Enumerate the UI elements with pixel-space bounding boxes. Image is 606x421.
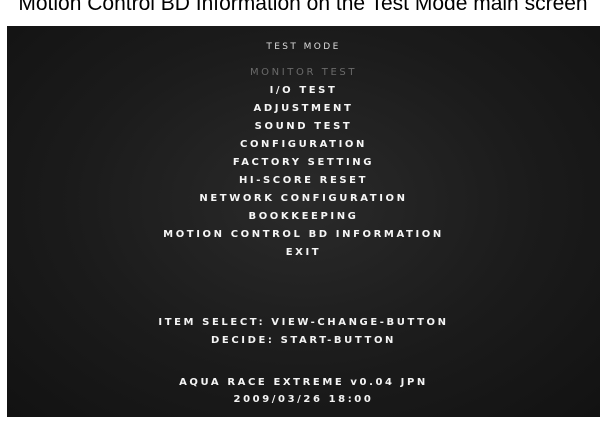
menu-item-hi-score-reset[interactable]: HI-SCORE RESET — [7, 174, 600, 188]
menu-item-exit[interactable]: EXIT — [7, 246, 600, 260]
version-label: AQUA RACE EXTREME v0.04 JPN — [179, 377, 428, 388]
test-mode-screen: TEST MODE MONITOR TEST I/O TEST ADJUSTME… — [7, 26, 600, 417]
menu-item-motion-control-bd-information[interactable]: MOTION CONTROL BD INFORMATION — [7, 228, 600, 242]
menu-item-configuration[interactable]: CONFIGURATION — [7, 138, 600, 152]
menu-item-bookkeeping[interactable]: BOOKKEEPING — [7, 210, 600, 224]
menu-item-adjustment[interactable]: ADJUSTMENT — [7, 102, 600, 116]
menu-item-network-configuration[interactable]: NETWORK CONFIGURATION — [7, 192, 600, 206]
datetime-label: 2009/03/26 18:00 — [233, 394, 374, 405]
menu-item-factory-setting[interactable]: FACTORY SETTING — [7, 156, 600, 170]
instruction-decide: DECIDE: START-BUTTON — [210, 335, 397, 346]
menu-item-monitor-test[interactable]: MONITOR TEST — [7, 66, 600, 80]
figure-caption-wrapper: Motion Control BD Information on the Tes… — [0, 0, 606, 26]
instruction-item-select: ITEM SELECT: VIEW-CHANGE-BUTTON — [158, 317, 449, 328]
screen-title: TEST MODE — [266, 42, 341, 52]
menu-item-io-test[interactable]: I/O TEST — [7, 84, 600, 98]
figure-caption: Motion Control BD Information on the Tes… — [18, 0, 588, 15]
menu-item-sound-test[interactable]: SOUND TEST — [7, 120, 600, 134]
